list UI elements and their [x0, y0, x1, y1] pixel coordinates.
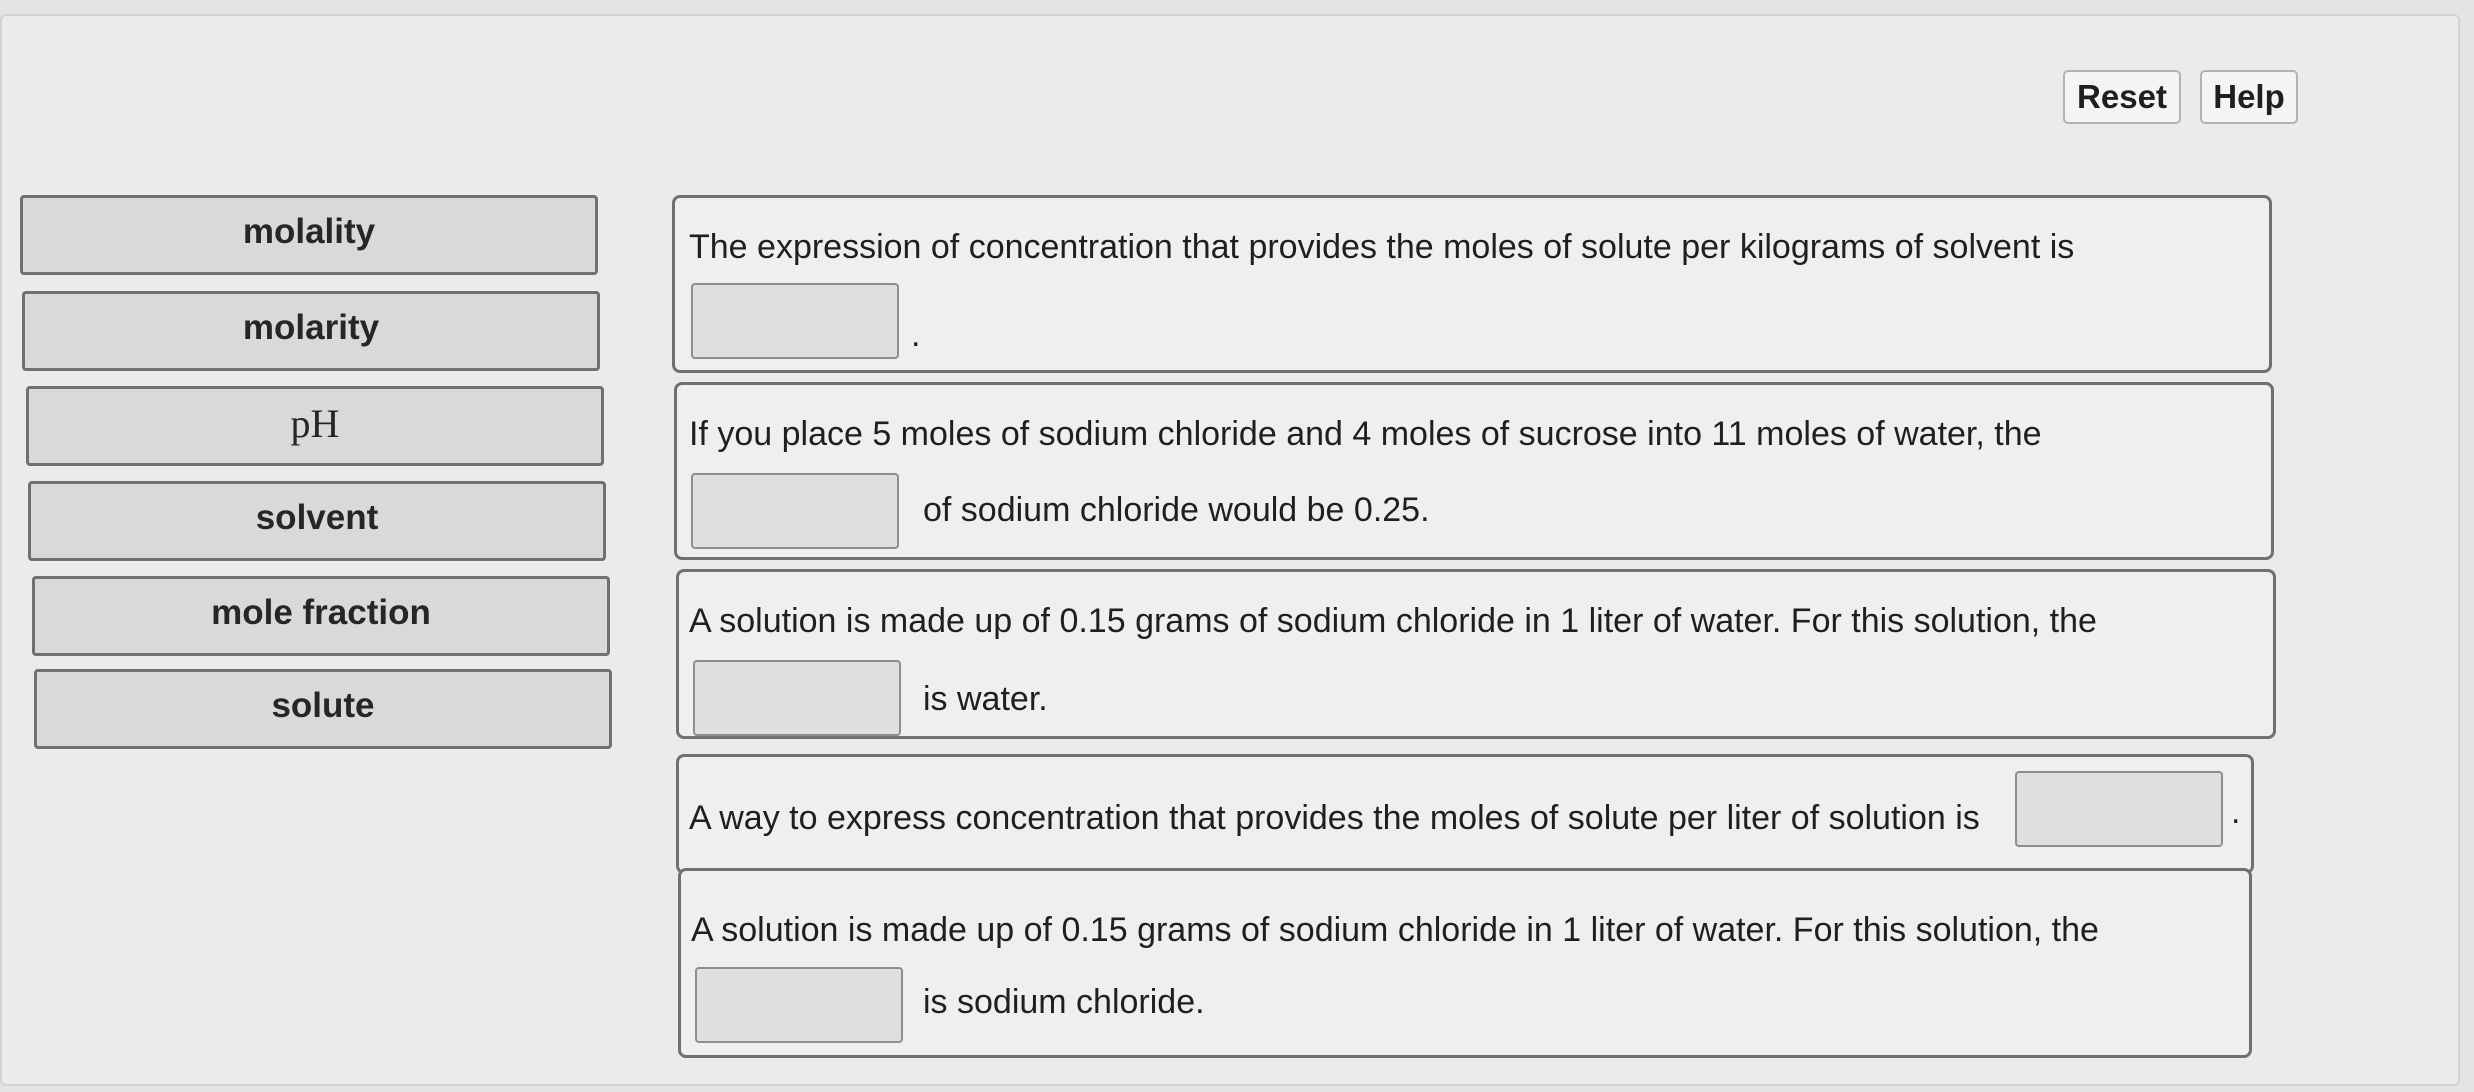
question-after-3: is water.	[923, 680, 1048, 718]
question-text-5: A solution is made up of 0.15 grams of s…	[691, 911, 2099, 949]
question-text-2: If you place 5 moles of sodium chloride …	[689, 415, 2042, 453]
drop-target-4[interactable]	[2015, 771, 2223, 847]
question-box-1: The expression of concentration that pro…	[672, 195, 2272, 373]
question-after-1: .	[911, 316, 921, 354]
question-box-5: A solution is made up of 0.15 grams of s…	[678, 868, 2252, 1058]
drop-target-2[interactable]	[691, 473, 899, 549]
question-box-2: If you place 5 moles of sodium chloride …	[674, 382, 2274, 560]
help-button[interactable]: Help	[2200, 70, 2298, 124]
term-molality[interactable]: molality	[20, 195, 598, 275]
question-text-3: A solution is made up of 0.15 grams of s…	[689, 602, 2097, 640]
drop-target-5[interactable]	[695, 967, 903, 1043]
question-text-1: The expression of concentration that pro…	[689, 228, 2075, 266]
term-solute[interactable]: solute	[34, 669, 612, 749]
drop-target-3[interactable]	[693, 660, 901, 736]
term-molarity[interactable]: molarity	[22, 291, 600, 371]
drop-target-1[interactable]	[691, 283, 899, 359]
term-mole-fraction[interactable]: mole fraction	[32, 576, 610, 656]
question-box-4: A way to express concentration that prov…	[676, 754, 2254, 874]
question-after-4: .	[2231, 793, 2241, 831]
reset-button[interactable]: Reset	[2063, 70, 2181, 124]
question-after-5: is sodium chloride.	[923, 983, 1205, 1021]
question-after-2: of sodium chloride would be 0.25.	[923, 491, 1430, 529]
term-solvent[interactable]: solvent	[28, 481, 606, 561]
question-text-4: A way to express concentration that prov…	[689, 799, 1980, 837]
question-box-3: A solution is made up of 0.15 grams of s…	[676, 569, 2276, 739]
term-ph[interactable]: pH	[26, 386, 604, 466]
